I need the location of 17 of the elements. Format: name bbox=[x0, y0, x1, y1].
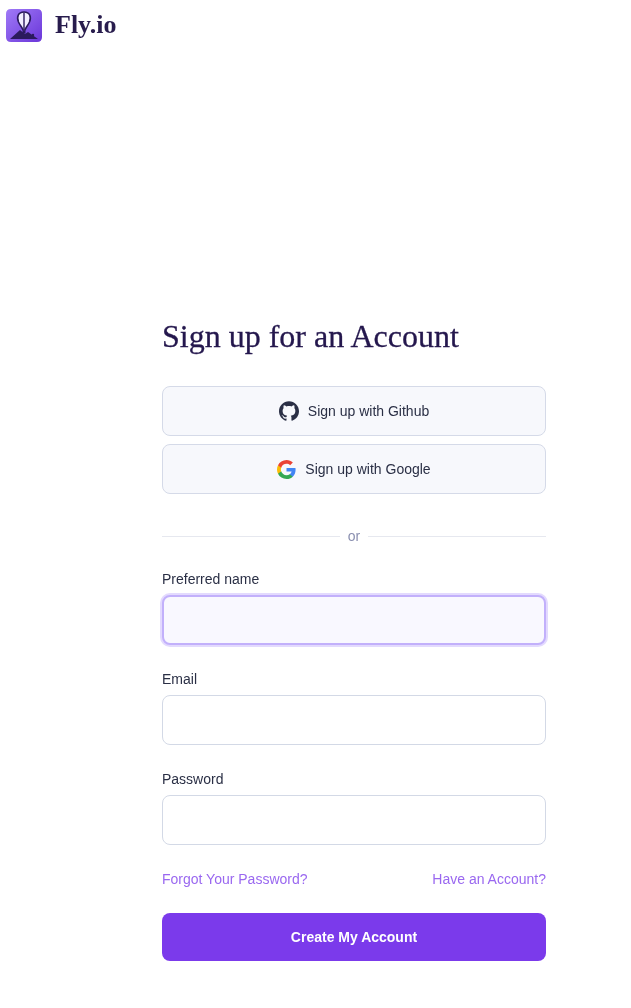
divider-label: or bbox=[347, 527, 361, 545]
field-label: Preferred name bbox=[162, 571, 260, 588]
text-link[interactable]: Forgot Your Password? bbox=[162, 871, 308, 888]
input-field[interactable] bbox=[162, 795, 546, 845]
page-heading: Sign up for an Account bbox=[162, 317, 460, 355]
field-label: Password bbox=[162, 771, 224, 788]
github-logo-icon bbox=[278, 401, 299, 421]
logo-icon bbox=[6, 8, 42, 42]
provider-signup-button[interactable]: Sign up with Google bbox=[162, 444, 546, 494]
text-link[interactable]: Have an Account? bbox=[432, 871, 546, 888]
google-logo-icon bbox=[277, 459, 297, 479]
field-label: Email bbox=[162, 671, 197, 688]
brand-name: Fly.io bbox=[55, 10, 117, 40]
input-field[interactable] bbox=[162, 595, 546, 645]
create-account-button[interactable]: Create My Account bbox=[162, 913, 546, 961]
provider-signup-button[interactable]: Sign up with Github bbox=[162, 386, 546, 436]
input-field[interactable] bbox=[162, 695, 546, 745]
